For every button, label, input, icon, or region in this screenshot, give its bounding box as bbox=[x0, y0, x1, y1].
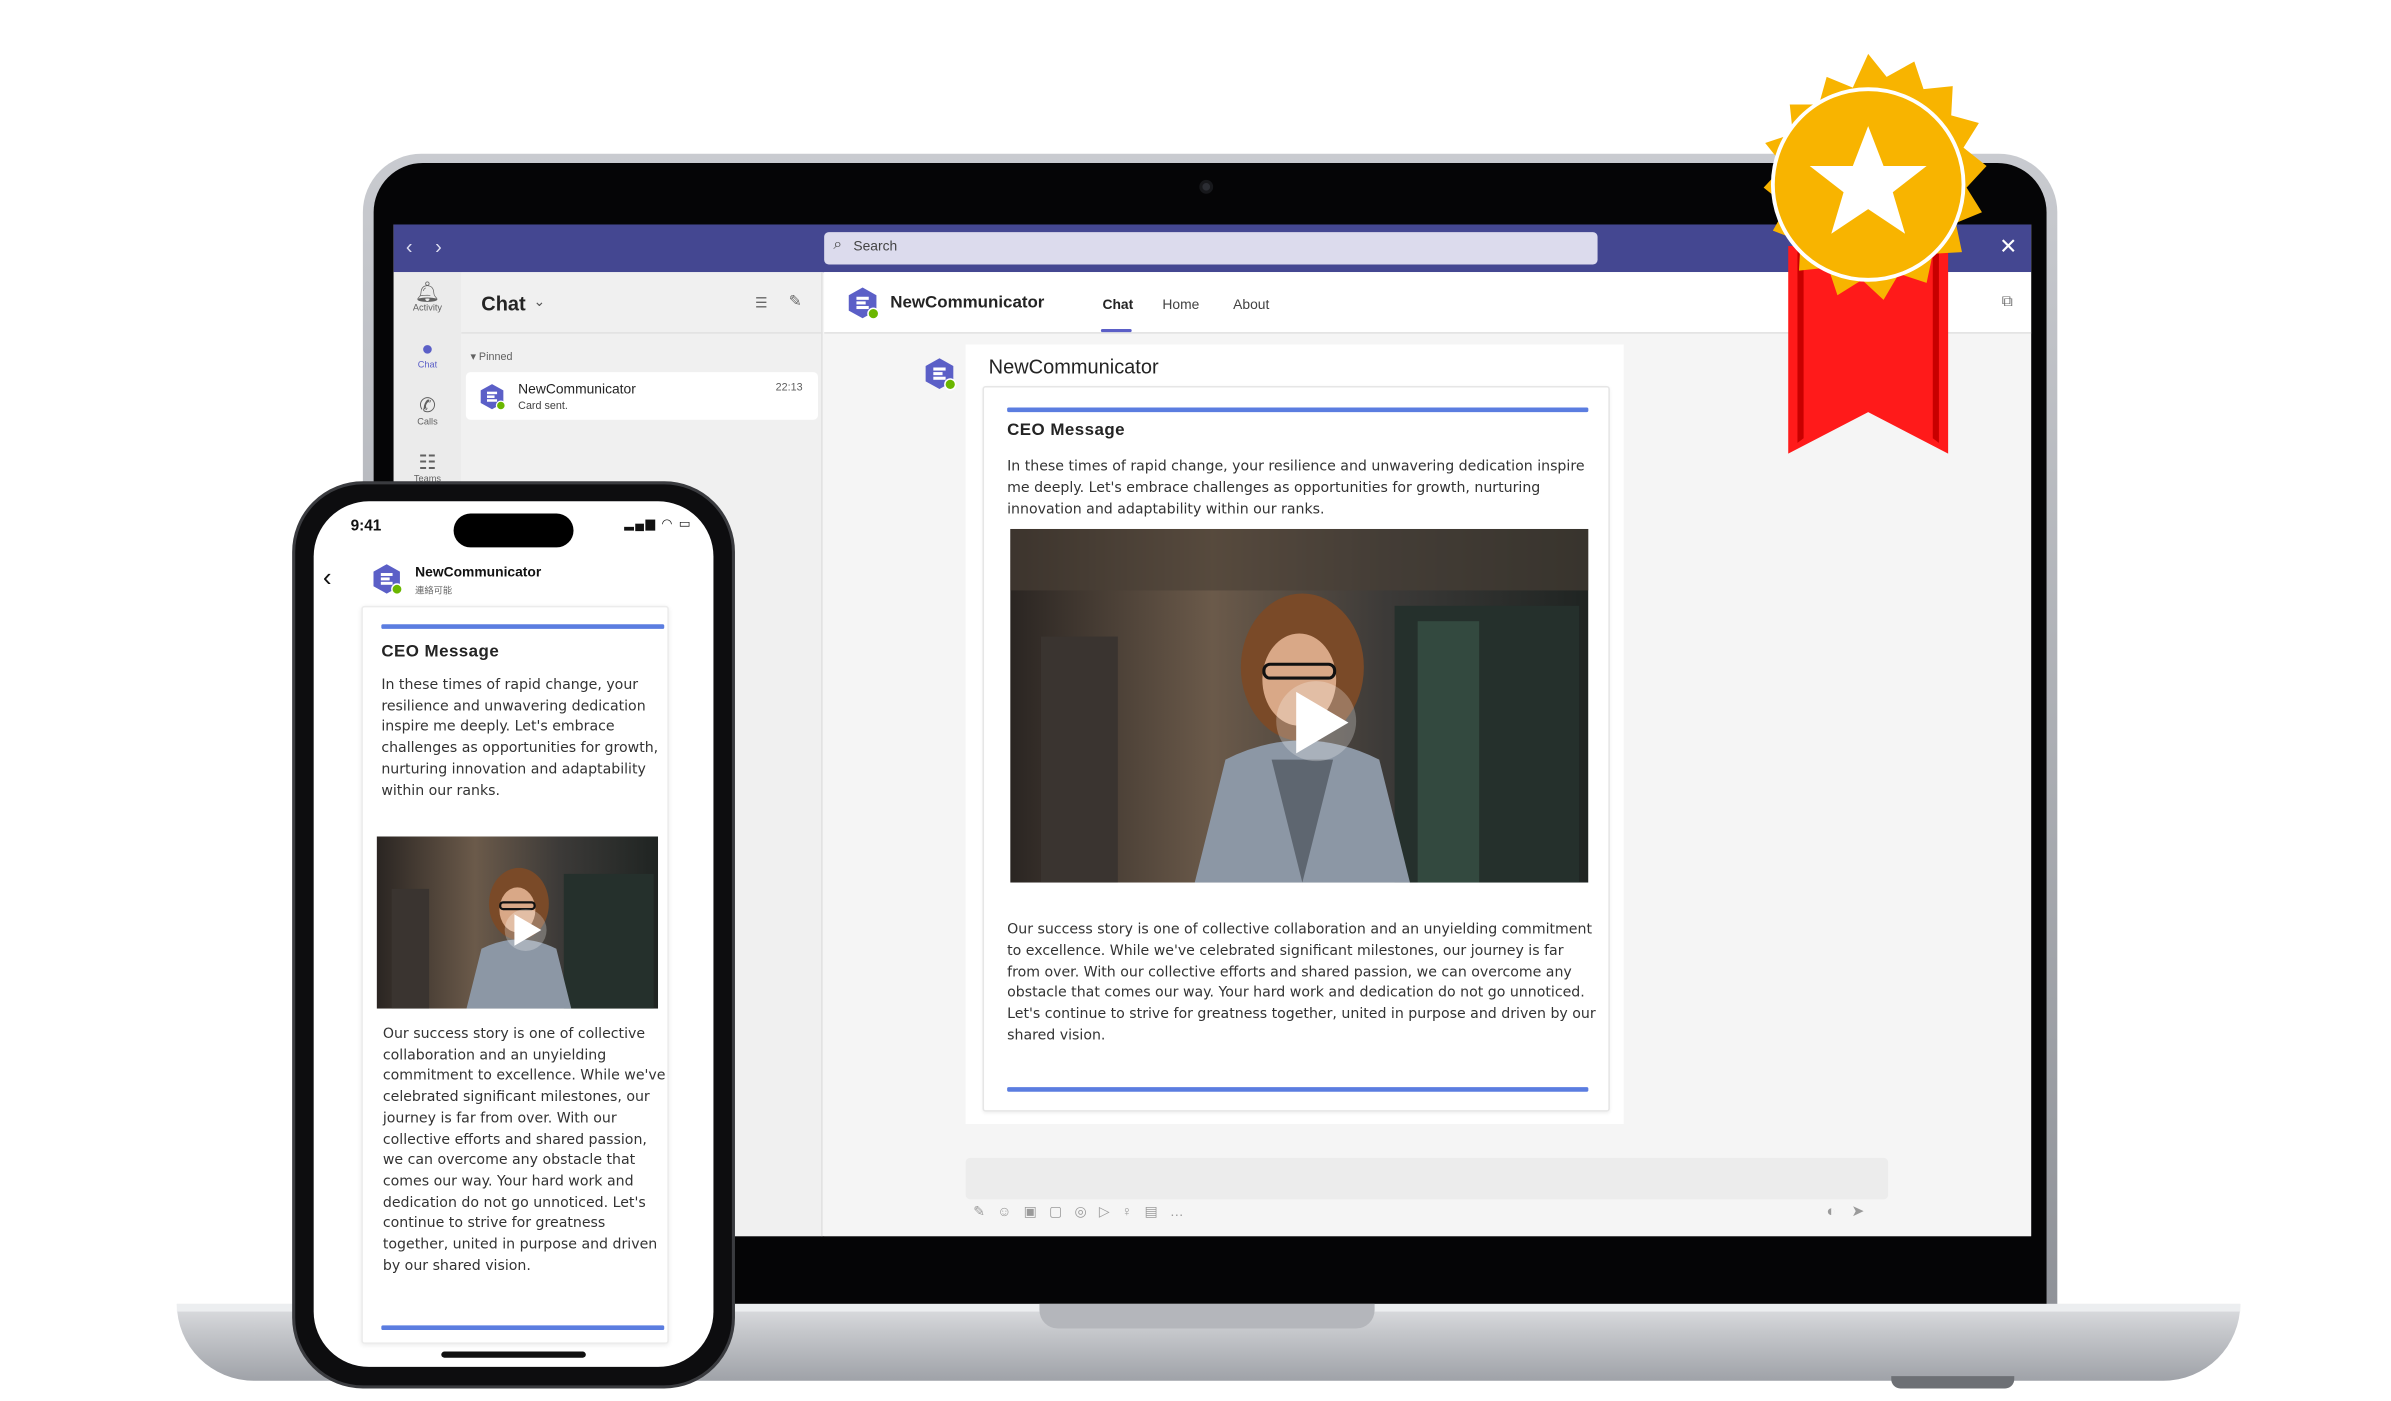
adaptive-card: CEO Message In these times of rapid chan… bbox=[982, 385, 1610, 1112]
pinned-section-label[interactable]: ▾ Pinned bbox=[471, 351, 513, 363]
composer-toolbar[interactable]: ✎☺▣▢◎▷♀▤… bbox=[973, 1204, 1196, 1221]
back-arrow-icon[interactable]: ‹ bbox=[406, 235, 413, 258]
praise-icon[interactable]: ♀ bbox=[1122, 1204, 1145, 1219]
product-showcase: ‹ › ⌕ Search ✕ 🔔︎ Activity ● Chat ✆ Call… bbox=[0, 0, 2391, 1401]
rail-item-calls[interactable]: ✆ Calls bbox=[394, 393, 462, 428]
newcommunicator-logo-icon bbox=[848, 287, 880, 320]
award-badge-icon bbox=[1763, 53, 1987, 454]
search-icon: ⌕ bbox=[833, 236, 843, 254]
tab-about[interactable]: About bbox=[1233, 297, 1269, 312]
signal-icon: ▂▄▆ bbox=[624, 516, 657, 531]
chat-time: 22:13 bbox=[775, 382, 803, 394]
rail-label: Activity bbox=[412, 304, 443, 314]
home-indicator[interactable] bbox=[441, 1351, 586, 1358]
app-name: NewCommunicator bbox=[890, 293, 1045, 313]
chat-list-title[interactable]: Chat bbox=[481, 292, 525, 315]
search-input[interactable]: ⌕ Search bbox=[824, 232, 1598, 265]
video-player[interactable] bbox=[376, 836, 659, 1009]
more-options-icon[interactable]: … bbox=[1170, 1204, 1196, 1219]
camera-icon bbox=[1199, 179, 1214, 194]
sender-avatar-icon bbox=[925, 358, 957, 391]
chat-name: NewCommunicator bbox=[518, 381, 636, 397]
wifi-icon: ◠ bbox=[661, 516, 674, 531]
bell-icon: 🔔︎ bbox=[414, 279, 441, 303]
card-title: CEO Message bbox=[1007, 421, 1126, 440]
card-top-rule bbox=[1007, 407, 1589, 413]
battery-icon: ▭ bbox=[678, 516, 692, 531]
status-icons: ▂▄▆ ◠ ▭ bbox=[624, 517, 692, 531]
chevron-down-icon[interactable]: ⌄ bbox=[534, 294, 546, 311]
phone-icon: ✆ bbox=[419, 393, 436, 417]
chat-preview: Card sent. bbox=[518, 401, 568, 413]
rail-item-chat[interactable]: ● Chat bbox=[394, 336, 462, 371]
card-title: CEO Message bbox=[381, 642, 500, 662]
phone-app-name: NewCommunicator bbox=[415, 564, 542, 580]
attach-icon[interactable]: ▤ bbox=[1144, 1204, 1169, 1219]
laptop-foot bbox=[1891, 1376, 2015, 1389]
card-main-text: Our success story is one of collective c… bbox=[382, 1025, 666, 1275]
filter-icon[interactable]: ☰ bbox=[755, 295, 767, 312]
phone-adaptive-card: CEO Message In these times of rapid chan… bbox=[361, 605, 669, 1344]
phone-screen: 9:41 ▂▄▆ ◠ ▭ ‹ NewCommunicator 連絡可能 CEO … bbox=[313, 501, 714, 1367]
newcommunicator-logo-icon bbox=[480, 384, 506, 411]
sticker-icon[interactable]: ▢ bbox=[1049, 1204, 1074, 1219]
video-player[interactable] bbox=[1010, 528, 1589, 883]
status-time: 9:41 bbox=[350, 518, 382, 536]
card-intro-text: In these times of rapid change, your res… bbox=[381, 676, 659, 799]
card-intro-text: In these times of rapid change, your res… bbox=[1007, 458, 1585, 518]
send-icon[interactable]: ➤ bbox=[1851, 1204, 1879, 1221]
loop-icon[interactable]: ◎ bbox=[1074, 1204, 1098, 1219]
format-icon[interactable]: ✎ bbox=[973, 1204, 997, 1219]
rail-item-activity[interactable]: 🔔︎ Activity bbox=[394, 279, 462, 314]
pinned-label: Pinned bbox=[478, 352, 513, 363]
card-bottom-rule bbox=[1007, 1087, 1589, 1092]
dynamic-island bbox=[453, 513, 574, 548]
active-tab-indicator bbox=[1100, 329, 1132, 333]
emoji-icon[interactable]: ☺ bbox=[997, 1204, 1023, 1219]
rail-label: Chat bbox=[417, 361, 438, 371]
message-composer[interactable] bbox=[965, 1157, 1889, 1200]
rail-item-teams[interactable]: ☷ Teams bbox=[394, 450, 462, 484]
audio-icon[interactable]: ◐ bbox=[1827, 1204, 1852, 1221]
card-top-rule bbox=[381, 624, 665, 629]
chat-icon: ● bbox=[421, 336, 434, 360]
gif-icon[interactable]: ▣ bbox=[1024, 1204, 1049, 1219]
message-sender: NewCommunicator bbox=[988, 355, 1159, 379]
rail-label: Calls bbox=[417, 418, 438, 428]
compose-icon[interactable]: ✎ bbox=[789, 294, 802, 311]
search-placeholder: Search bbox=[853, 238, 898, 254]
card-main-text: Our success story is one of collective c… bbox=[1007, 921, 1596, 1045]
newcommunicator-logo-icon bbox=[373, 564, 403, 596]
back-icon[interactable]: ‹ bbox=[323, 563, 332, 594]
card-bottom-rule bbox=[381, 1325, 665, 1331]
teams-icon: ☷ bbox=[418, 450, 437, 474]
presence-status: 連絡可能 bbox=[415, 587, 453, 597]
forward-arrow-icon[interactable]: › bbox=[435, 235, 442, 258]
composer-actions: ◐➤ bbox=[1827, 1204, 1880, 1221]
schedule-icon[interactable]: ▷ bbox=[1099, 1204, 1122, 1219]
tab-home[interactable]: Home bbox=[1162, 297, 1199, 312]
divider bbox=[461, 332, 823, 334]
laptop-lid-notch bbox=[1039, 1303, 1375, 1329]
tab-chat[interactable]: Chat bbox=[1102, 297, 1133, 312]
chat-list-item[interactable]: NewCommunicator 22:13 Card sent. bbox=[465, 372, 819, 420]
